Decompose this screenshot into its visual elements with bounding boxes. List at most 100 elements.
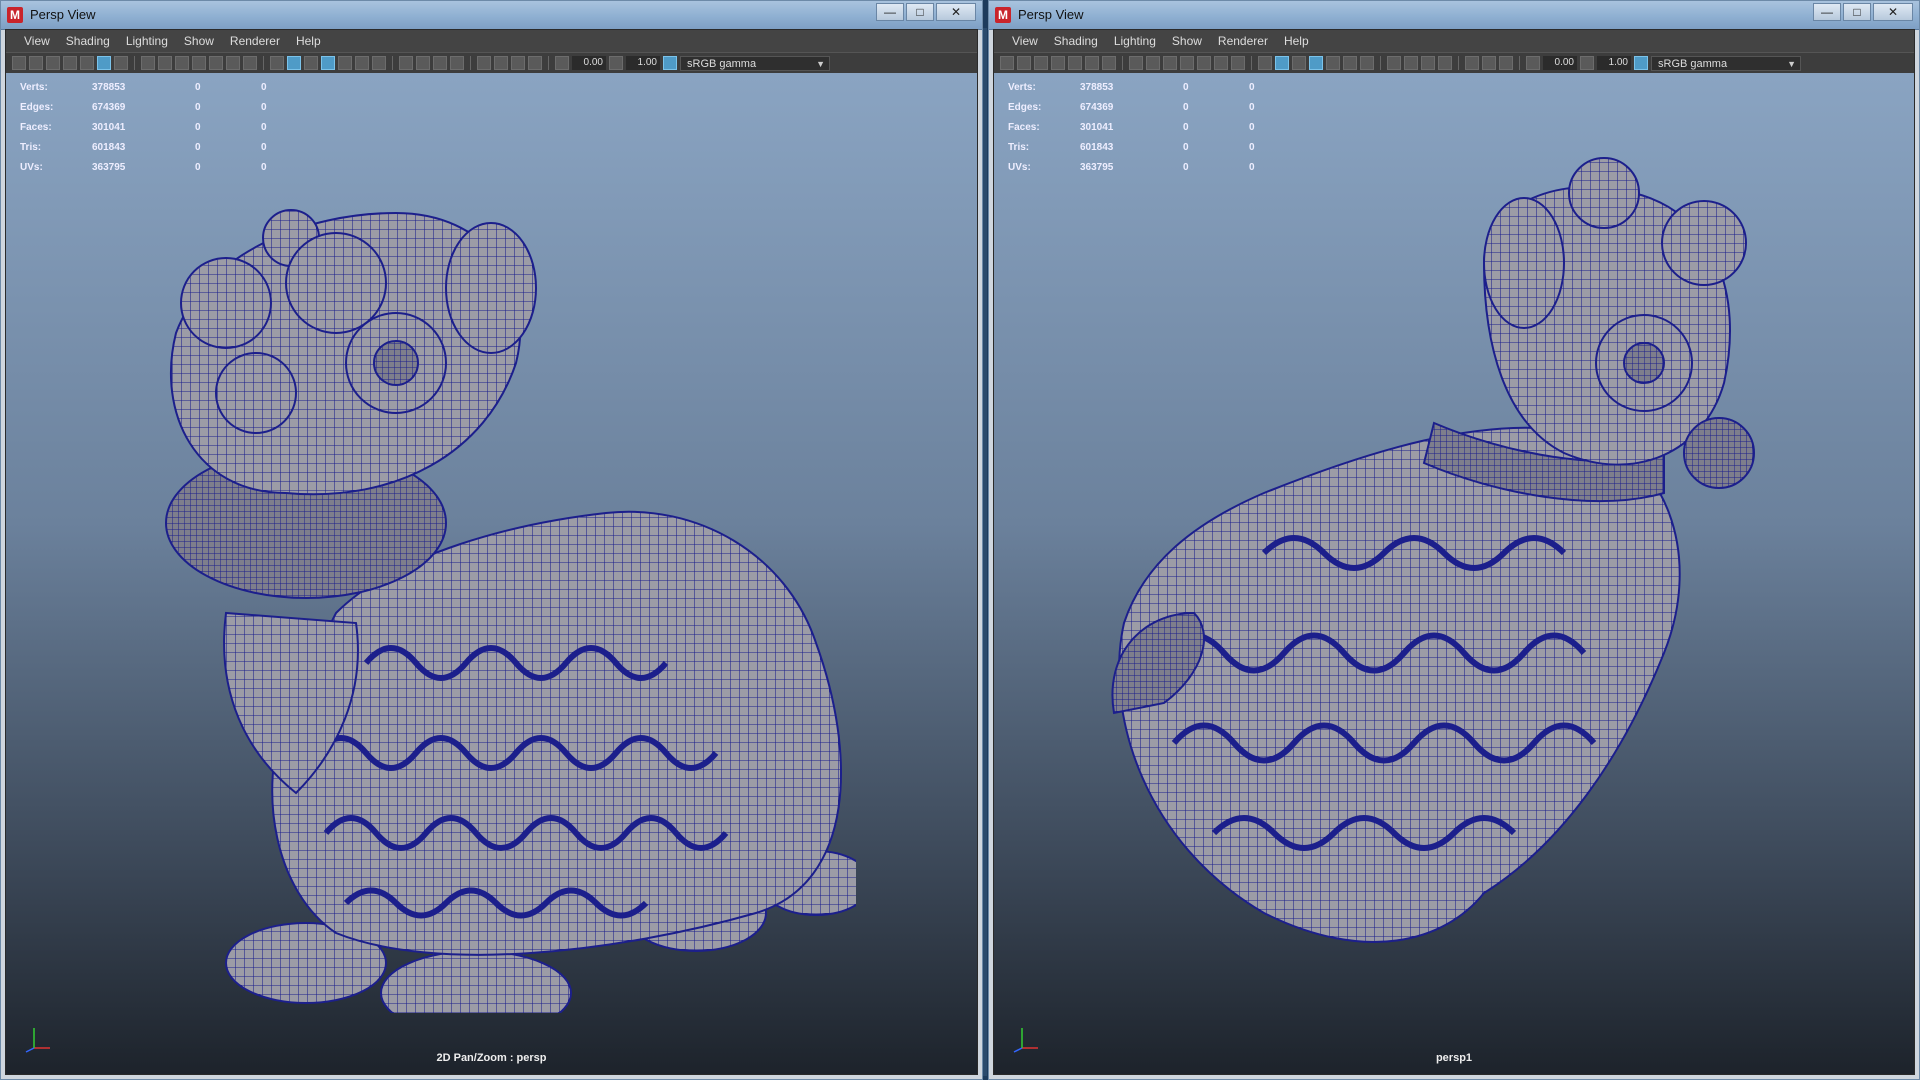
menu-renderer[interactable]: Renderer: [222, 30, 288, 52]
screen-space-ao-icon[interactable]: [1387, 56, 1401, 70]
anti-aliasing-icon[interactable]: [433, 56, 447, 70]
menu-renderer[interactable]: Renderer: [1210, 30, 1276, 52]
film-gate-icon[interactable]: [158, 56, 172, 70]
motion-blur-icon[interactable]: [416, 56, 430, 70]
gamma-icon[interactable]: [609, 56, 623, 70]
persp-view-window-left: M Persp View — □ ✕ View Shading Lighting…: [0, 0, 983, 1080]
field-chart-icon[interactable]: [209, 56, 223, 70]
gamma-icon[interactable]: [1580, 56, 1594, 70]
anti-aliasing-icon[interactable]: [1421, 56, 1435, 70]
menu-show[interactable]: Show: [176, 30, 222, 52]
image-plane-icon[interactable]: [1051, 56, 1065, 70]
menu-lighting[interactable]: Lighting: [118, 30, 176, 52]
exposure-field[interactable]: 0.00: [572, 56, 606, 70]
wireframe-on-shaded-icon[interactable]: [321, 56, 335, 70]
2d-pan-zoom-icon[interactable]: [97, 56, 111, 70]
menu-lighting[interactable]: Lighting: [1106, 30, 1164, 52]
wireframe-icon[interactable]: [270, 56, 284, 70]
resolution-gate-icon[interactable]: [1163, 56, 1177, 70]
resolution-gate-icon[interactable]: [175, 56, 189, 70]
gamma-field[interactable]: 1.00: [626, 56, 660, 70]
maximize-button[interactable]: □: [906, 3, 934, 21]
shadows-icon[interactable]: [372, 56, 386, 70]
xray-icon[interactable]: [494, 56, 508, 70]
field-chart-icon[interactable]: [1197, 56, 1211, 70]
menu-view[interactable]: View: [1004, 30, 1046, 52]
title-bar[interactable]: M Persp View — □ ✕: [989, 1, 1919, 30]
camera-attributes-icon[interactable]: [1017, 56, 1031, 70]
bookmark-icon[interactable]: [46, 56, 60, 70]
exposure-icon[interactable]: [1526, 56, 1540, 70]
lights-icon[interactable]: [355, 56, 369, 70]
shadows-icon[interactable]: [1360, 56, 1374, 70]
title-bar[interactable]: M Persp View — □ ✕: [1, 1, 982, 30]
default-material-icon[interactable]: [304, 56, 318, 70]
select-camera-icon[interactable]: [12, 56, 26, 70]
film-gate-icon[interactable]: [1146, 56, 1160, 70]
hud-label: Faces:: [20, 121, 52, 133]
depth-of-field-icon[interactable]: [450, 56, 464, 70]
xray-active-icon[interactable]: [511, 56, 525, 70]
camera-attributes-icon[interactable]: [29, 56, 43, 70]
color-management-icon[interactable]: [1634, 56, 1648, 70]
grid-icon[interactable]: [141, 56, 155, 70]
safe-title-icon[interactable]: [1231, 56, 1245, 70]
panel-divider[interactable]: [983, 28, 987, 1076]
view-transform-dropdown[interactable]: sRGB gamma ▼: [680, 55, 830, 71]
hud-value: 378853: [92, 81, 126, 93]
isolate-select-icon[interactable]: [477, 56, 491, 70]
minimize-button[interactable]: —: [876, 3, 904, 21]
safe-title-icon[interactable]: [243, 56, 257, 70]
smooth-shade-icon[interactable]: [1275, 56, 1289, 70]
minimize-button[interactable]: —: [1813, 3, 1841, 21]
hud-row: Edges: 674369 0 0: [1008, 97, 1279, 117]
grease-pencil-icon[interactable]: [80, 56, 94, 70]
close-button[interactable]: ✕: [936, 3, 976, 21]
depth-of-field-icon[interactable]: [1438, 56, 1452, 70]
select-camera-icon[interactable]: [1000, 56, 1014, 70]
menu-view[interactable]: View: [16, 30, 58, 52]
isolate-select-icon[interactable]: [1465, 56, 1479, 70]
motion-blur-icon[interactable]: [1404, 56, 1418, 70]
exposure-icon[interactable]: [555, 56, 569, 70]
hud-label: Tris:: [1008, 141, 1030, 153]
2d-pan-zoom-icon[interactable]: [1085, 56, 1099, 70]
menu-shading[interactable]: Shading: [1046, 30, 1106, 52]
toolbar-separator: [548, 56, 549, 70]
draw-icon[interactable]: [1102, 56, 1116, 70]
xray-icon[interactable]: [1482, 56, 1496, 70]
menu-help[interactable]: Help: [1276, 30, 1317, 52]
menu-help[interactable]: Help: [288, 30, 329, 52]
3d-viewport[interactable]: Verts: 378853 0 0 Edges: 674369 0 0 Face…: [994, 73, 1914, 1074]
screen-space-ao-icon[interactable]: [399, 56, 413, 70]
safe-action-icon[interactable]: [1214, 56, 1228, 70]
grease-pencil-icon[interactable]: [1068, 56, 1082, 70]
lion-mesh-front[interactable]: [136, 193, 856, 1013]
menu-show[interactable]: Show: [1164, 30, 1210, 52]
wireframe-on-shaded-icon[interactable]: [1309, 56, 1323, 70]
xray-active-icon[interactable]: [1499, 56, 1513, 70]
color-management-icon[interactable]: [663, 56, 677, 70]
lion-mesh-back[interactable]: [1104, 153, 1784, 993]
image-plane-icon[interactable]: [63, 56, 77, 70]
default-material-icon[interactable]: [1292, 56, 1306, 70]
lights-icon[interactable]: [1343, 56, 1357, 70]
textured-icon[interactable]: [1326, 56, 1340, 70]
view-transform-dropdown[interactable]: sRGB gamma ▼: [1651, 55, 1801, 71]
bookmark-icon[interactable]: [1034, 56, 1048, 70]
maximize-button[interactable]: □: [1843, 3, 1871, 21]
draw-icon[interactable]: [114, 56, 128, 70]
exposure-field[interactable]: 0.00: [1543, 56, 1577, 70]
close-button[interactable]: ✕: [1873, 3, 1913, 21]
textured-icon[interactable]: [338, 56, 352, 70]
smooth-shade-icon[interactable]: [287, 56, 301, 70]
safe-action-icon[interactable]: [226, 56, 240, 70]
wireframe-icon[interactable]: [1258, 56, 1272, 70]
menu-shading[interactable]: Shading: [58, 30, 118, 52]
grid-icon[interactable]: [1129, 56, 1143, 70]
gate-mask-icon[interactable]: [1180, 56, 1194, 70]
xray-joints-icon[interactable]: [528, 56, 542, 70]
gamma-field[interactable]: 1.00: [1597, 56, 1631, 70]
3d-viewport[interactable]: Verts: 378853 0 0 Edges: 674369 0 0 Face…: [6, 73, 977, 1074]
gate-mask-icon[interactable]: [192, 56, 206, 70]
